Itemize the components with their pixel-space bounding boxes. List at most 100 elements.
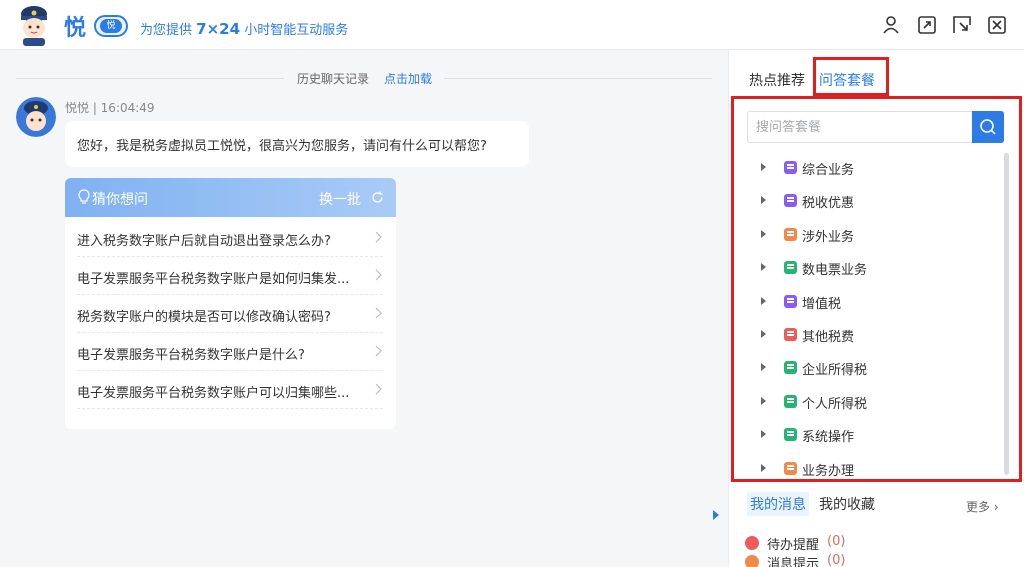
tree-item-label: 其他税费 xyxy=(802,329,855,345)
category-icon xyxy=(784,227,797,241)
tree-item-label: 个人所得税 xyxy=(802,396,868,412)
history-label: 历史聊天记录 xyxy=(297,72,370,86)
question-text: 电子发票服务平台税务数字账户是什么? xyxy=(77,348,305,363)
chevron-right-icon xyxy=(375,307,382,319)
qa-package-panel: 综合业务税收优惠涉外业务数电票业务增值税其他税费企业所得税个人所得税系统操作业务… xyxy=(731,96,1022,482)
chevron-right-icon xyxy=(375,269,382,281)
slogan-pre: 为您提供 xyxy=(140,23,193,38)
search-input[interactable] xyxy=(748,112,973,142)
search-icon xyxy=(980,119,996,135)
assistant-avatar-icon xyxy=(21,6,47,46)
question-item[interactable]: 税务数字账户的模块是否可以修改确认密码? xyxy=(77,295,383,333)
tree-item-label: 数电票业务 xyxy=(802,263,868,279)
tree-item[interactable]: 系统操作 xyxy=(752,418,992,451)
tab-my-messages[interactable]: 我的消息 xyxy=(747,492,809,516)
tree-item[interactable]: 企业所得税 xyxy=(752,351,992,384)
category-icon xyxy=(784,327,797,341)
caret-right-icon[interactable] xyxy=(761,163,766,171)
message-bubble: 您好，我是税务虚拟员工悦悦，很高兴为您服务，请问有什么可以帮您? xyxy=(65,121,529,167)
question-list: 进入税务数字账户后就自动退出登录怎么办? 电子发票服务平台税务数字账户是如何归集… xyxy=(77,219,383,409)
tree-item[interactable]: 综合业务 xyxy=(752,151,992,184)
notice-item[interactable]: 待办提醒 (0) xyxy=(745,534,945,553)
divider xyxy=(444,78,712,79)
chevron-right-icon xyxy=(375,345,382,357)
more-label: 更多 xyxy=(966,500,991,514)
category-icon xyxy=(784,394,797,408)
question-text: 电子发票服务平台税务数字账户是如何归集发... xyxy=(77,272,350,287)
guess-title: 猜你想问 xyxy=(92,192,148,208)
slogan-post: 小时智能互动服务 xyxy=(244,23,349,38)
tree-item[interactable]: 数电票业务 xyxy=(752,251,992,284)
close-icon[interactable] xyxy=(987,15,1007,35)
question-item[interactable]: 电子发票服务平台税务数字账户是什么? xyxy=(77,333,383,371)
question-item[interactable]: 进入税务数字账户后就自动退出登录怎么办? xyxy=(77,219,383,257)
question-text: 电子发票服务平台税务数字账户可以归集哪些... xyxy=(77,386,350,401)
message-meta: 悦悦 | 16:04:49 xyxy=(65,101,155,115)
category-icon xyxy=(784,194,797,208)
history-bar: 历史聊天记录 点击加载 xyxy=(16,70,712,86)
chevron-right-icon xyxy=(375,231,382,243)
caret-right-icon[interactable] xyxy=(761,363,766,372)
user-icon[interactable] xyxy=(881,15,901,35)
notice-label: 待办提醒 xyxy=(767,538,820,553)
tree-item[interactable]: 个人所得税 xyxy=(752,385,992,418)
tree-item[interactable]: 税收优惠 xyxy=(752,184,992,217)
tab-my-favorites[interactable]: 我的收藏 xyxy=(819,494,875,514)
tree-item-label: 企业所得税 xyxy=(802,363,868,379)
chat-area: 历史聊天记录 点击加载 悦悦 | 16:04:49 您好，我是税务虚拟员工悦悦，… xyxy=(0,50,728,567)
chevron-right-icon xyxy=(375,383,382,395)
tree-item-label: 税收优惠 xyxy=(802,196,855,212)
tree-item[interactable]: 增值税 xyxy=(752,285,992,318)
tree-item-label: 增值税 xyxy=(802,296,842,312)
caret-right-icon[interactable] xyxy=(761,396,766,405)
bell-icon xyxy=(745,555,759,567)
refresh-icon[interactable] xyxy=(371,191,384,204)
swap-batch-button[interactable]: 换一批 xyxy=(319,189,361,209)
more-link[interactable]: 更多 › xyxy=(966,498,999,515)
category-icon xyxy=(784,261,797,275)
fullscreen-icon[interactable] xyxy=(917,15,937,35)
slogan: 为您提供 7×24 小时智能互动服务 xyxy=(140,19,348,38)
tree-item-label: 涉外业务 xyxy=(802,229,855,245)
clock-icon xyxy=(745,536,759,550)
caret-right-icon[interactable] xyxy=(761,296,766,305)
search-box xyxy=(747,111,1004,143)
assistant-avatar-icon xyxy=(16,97,56,137)
notice-count: (0) xyxy=(827,534,846,549)
caret-right-icon[interactable] xyxy=(761,329,766,338)
category-icon xyxy=(784,461,797,475)
notice-item[interactable]: 消息提示 (0) xyxy=(745,553,945,567)
tree-item[interactable]: 涉外业务 xyxy=(752,218,992,251)
notice-count: (0) xyxy=(827,553,846,567)
slogan-bold: 7×24 xyxy=(196,20,241,38)
search-button[interactable] xyxy=(972,111,1004,143)
question-text: 税务数字账户的模块是否可以修改确认密码? xyxy=(77,310,331,325)
brand-name: 悦 xyxy=(64,16,87,41)
tree-item[interactable]: 其他税费 xyxy=(752,318,992,351)
question-item[interactable]: 电子发票服务平台税务数字账户可以归集哪些... xyxy=(77,371,383,409)
question-item[interactable]: 电子发票服务平台税务数字账户是如何归集发... xyxy=(77,257,383,295)
category-icon xyxy=(784,161,797,174)
divider xyxy=(16,78,284,79)
caret-right-icon[interactable] xyxy=(761,263,766,272)
load-history-link[interactable]: 点击加载 xyxy=(384,70,432,87)
caret-right-icon[interactable] xyxy=(761,196,766,205)
tab-hot-recommend[interactable]: 热点推荐 xyxy=(749,70,805,90)
caret-right-icon[interactable] xyxy=(761,430,766,439)
notice-label: 消息提示 xyxy=(767,557,820,567)
scrollbar[interactable] xyxy=(1004,153,1009,475)
minimize-icon[interactable] xyxy=(952,15,972,35)
guess-header: 猜你想问 换一批 xyxy=(65,178,396,217)
expand-arrow-icon[interactable] xyxy=(713,510,719,520)
bulb-icon xyxy=(78,189,90,204)
caret-right-icon[interactable] xyxy=(761,463,766,472)
brand-badge-text: 悦 xyxy=(100,19,122,33)
guess-card: 猜你想问 换一批 进入税务数字账户后就自动退出登录怎么办? 电子发票服务平台税务… xyxy=(65,178,396,429)
app-header: 悦 悦 为您提供 7×24 小时智能互动服务 xyxy=(0,0,1024,50)
tree-item-label: 系统操作 xyxy=(802,430,855,446)
tree-item-label: 业务办理 xyxy=(802,463,855,479)
tree-item[interactable]: 业务办理 xyxy=(752,452,992,485)
side-panel: 热点推荐 问答套餐 综合业务税收优惠涉外业务数电票业务增值税其他税费企业所得税个… xyxy=(713,50,1024,567)
tab-qa-package[interactable]: 问答套餐 xyxy=(819,70,875,90)
caret-right-icon[interactable] xyxy=(761,229,766,238)
